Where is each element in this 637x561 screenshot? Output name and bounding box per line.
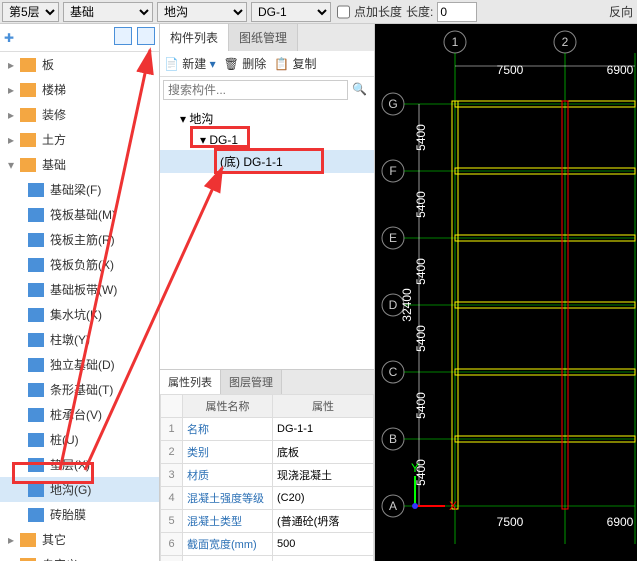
tab-drawing-mgmt[interactable]: 图纸管理 (229, 24, 298, 51)
tab-layer-mgmt[interactable]: 图层管理 (221, 370, 282, 394)
sidebar-subitem[interactable]: 筏板负筋(X) (0, 252, 159, 277)
sidebar-subitem[interactable]: 集水坑(K) (0, 302, 159, 327)
sidebar-item[interactable]: ▸自定义 (0, 552, 159, 561)
view-grid-icon[interactable] (137, 27, 155, 45)
tab-property-list[interactable]: 属性列表 (160, 370, 221, 394)
svg-text:E: E (389, 231, 397, 245)
col-name: 属性名称 (183, 394, 273, 417)
nav-sidebar: ✚ ▸板▸楼梯▸装修▸土方▾基础基础梁(F)筏板基础(M)筏板主筋(R)筏板负筋… (0, 24, 160, 561)
sidebar-subitem[interactable]: 砖胎膜 (0, 502, 159, 527)
floor-select[interactable]: 第5层 (2, 2, 59, 22)
length-input[interactable] (437, 2, 477, 22)
sidebar-subitem[interactable]: 基础板带(W) (0, 277, 159, 302)
sidebar-item[interactable]: ▸装修 (0, 102, 159, 127)
svg-text:C: C (389, 365, 398, 379)
svg-text:X: X (449, 499, 457, 513)
svg-text:5400: 5400 (414, 124, 428, 151)
svg-text:F: F (389, 164, 396, 178)
svg-text:6900: 6900 (607, 63, 634, 77)
view-list-icon[interactable] (114, 27, 132, 45)
sidebar-subitem[interactable]: 桩承台(V) (0, 402, 159, 427)
svg-text:5400: 5400 (414, 325, 428, 352)
property-table: 属性名称属性 1名称DG-1-12类别底板3材质现浇混凝土4混凝土强度等级(C2… (160, 394, 374, 561)
svg-text:5400: 5400 (414, 392, 428, 419)
svg-text:A: A (389, 499, 397, 513)
search-icon[interactable]: 🔍 (348, 80, 371, 100)
expand-icon[interactable]: ✚ (4, 31, 14, 45)
copy-button[interactable]: 📋 复制 (274, 55, 316, 72)
sidebar-subitem[interactable]: 地沟(G) (0, 477, 159, 502)
svg-text:G: G (388, 97, 397, 111)
svg-text:7500: 7500 (497, 515, 524, 529)
property-row[interactable]: 6截面宽度(mm)500 (161, 532, 374, 555)
sidebar-subitem[interactable]: 筏板基础(M) (0, 202, 159, 227)
sidebar-item[interactable]: ▸土方 (0, 127, 159, 152)
property-row[interactable]: 3材质现浇混凝土 (161, 463, 374, 486)
chk-label: 点加长度 (354, 3, 402, 20)
property-row[interactable]: 5混凝土类型(普通砼(坍落 (161, 509, 374, 532)
comp-tree-root[interactable]: ▾ 地沟 (160, 107, 374, 130)
comp-tree-item-selected[interactable]: (底) DG-1-1 (160, 150, 374, 173)
col-val: 属性 (273, 394, 374, 417)
svg-text:2: 2 (562, 35, 569, 49)
sidebar-item[interactable]: ▾基础 (0, 152, 159, 177)
subcat-select[interactable]: 地沟 (157, 2, 247, 22)
sidebar-item[interactable]: ▸楼梯 (0, 77, 159, 102)
property-row[interactable]: 7截面高度(mm)500 (161, 555, 374, 561)
svg-text:32400: 32400 (400, 288, 414, 322)
svg-text:Y: Y (411, 461, 419, 475)
tab-component-list[interactable]: 构件列表 (160, 24, 229, 51)
point-add-length-checkbox[interactable] (337, 2, 350, 22)
sidebar-item[interactable]: ▸板 (0, 52, 159, 77)
property-row[interactable]: 4混凝土强度等级(C20) (161, 486, 374, 509)
search-input[interactable] (163, 80, 348, 100)
sidebar-subitem[interactable]: 条形基础(T) (0, 377, 159, 402)
comp-tree-item[interactable]: ▾ DG-1 (160, 130, 374, 150)
svg-text:5400: 5400 (414, 191, 428, 218)
length-label: 长度: (406, 3, 433, 20)
property-row[interactable]: 2类别底板 (161, 440, 374, 463)
property-row[interactable]: 1名称DG-1-1 (161, 417, 374, 440)
category-select[interactable]: 基础 (63, 2, 153, 22)
sidebar-subitem[interactable]: 基础梁(F) (0, 177, 159, 202)
sidebar-subitem[interactable]: 筏板主筋(R) (0, 227, 159, 252)
reverse-label[interactable]: 反向 (609, 3, 633, 20)
svg-text:B: B (389, 432, 397, 446)
svg-text:7500: 7500 (497, 63, 524, 77)
new-button[interactable]: 📄 新建 ▾ (164, 55, 216, 72)
code-select[interactable]: DG-1 (251, 2, 331, 22)
svg-text:1: 1 (452, 35, 459, 49)
svg-text:6900: 6900 (607, 515, 634, 529)
sidebar-subitem[interactable]: 独立基础(D) (0, 352, 159, 377)
sidebar-subitem[interactable]: 桩(U) (0, 427, 159, 452)
sidebar-subitem[interactable]: 柱墩(Y) (0, 327, 159, 352)
sidebar-subitem[interactable]: 垫层(X) (0, 452, 159, 477)
svg-text:5400: 5400 (414, 258, 428, 285)
delete-button[interactable]: 🗑 删除 (224, 55, 267, 72)
top-toolbar: 第5层 基础 地沟 DG-1 点加长度 长度: 反向 (0, 0, 637, 24)
drawing-canvas[interactable]: 1275006900GFEDCBA54005400540054005400540… (375, 24, 637, 561)
sidebar-item[interactable]: ▸其它 (0, 527, 159, 552)
svg-text:D: D (389, 298, 398, 312)
component-panel: 构件列表 图纸管理 📄 新建 ▾ 🗑 删除 📋 复制 🔍 ▾ 地沟 ▾ DG-1… (160, 24, 375, 561)
